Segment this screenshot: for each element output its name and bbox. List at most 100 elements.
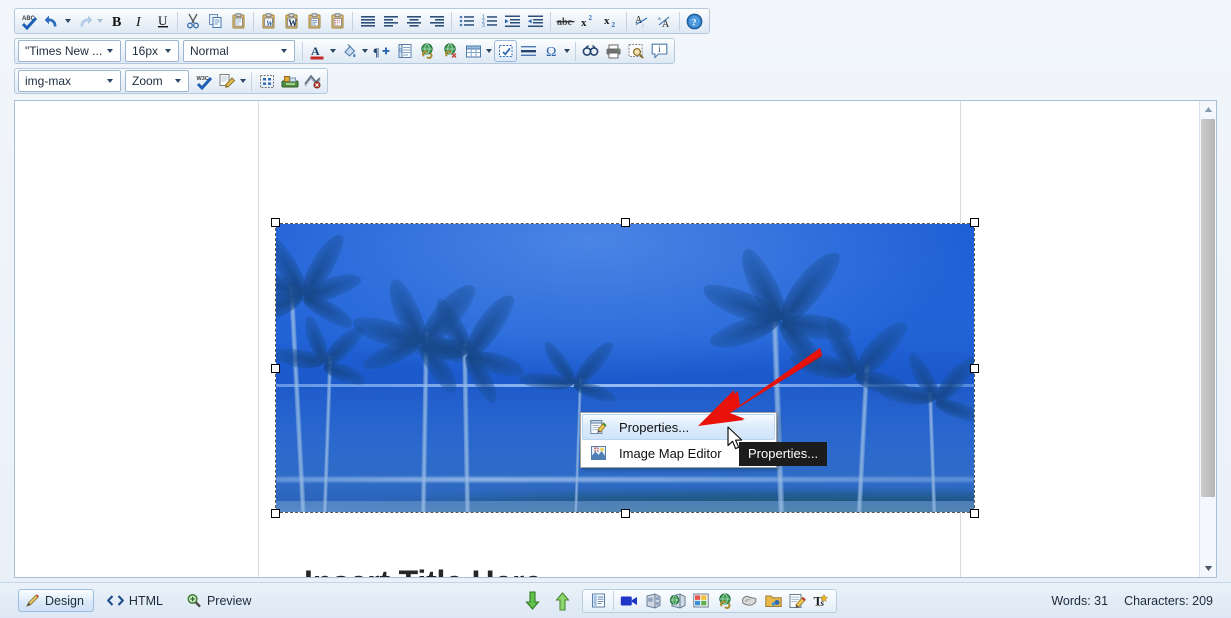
toolbar-separator — [253, 11, 254, 31]
underline-icon[interactable]: U — [151, 10, 174, 32]
fore-color-icon[interactable]: A — [306, 40, 329, 62]
back-color-icon[interactable] — [338, 40, 361, 62]
redo-icon[interactable] — [73, 10, 96, 32]
about-icon[interactable]: i — [648, 40, 671, 62]
horizontal-rule-icon[interactable] — [517, 40, 540, 62]
url-manager-icon[interactable] — [713, 590, 737, 612]
paste-from-word-icon[interactable]: W — [257, 10, 280, 32]
insert-hyperlink-icon[interactable] — [416, 40, 439, 62]
folder-manager-icon[interactable] — [761, 590, 785, 612]
resize-handle-nw[interactable] — [271, 218, 280, 227]
media-manager-icon[interactable] — [617, 590, 641, 612]
zoom-preview-icon[interactable] — [625, 40, 648, 62]
subscript-icon[interactable]: x 2 — [600, 10, 623, 32]
resize-handle-e[interactable] — [970, 364, 979, 373]
outdent-icon[interactable] — [524, 10, 547, 32]
insert-symbol-icon[interactable]: Ω — [540, 40, 563, 62]
select-all-icon[interactable] — [255, 70, 278, 92]
zoom-select[interactable]: Zoom — [125, 70, 189, 92]
svg-text:x: x — [581, 17, 587, 28]
text-style-icon[interactable]: T s — [809, 590, 833, 612]
scroll-down-arrow-icon[interactable] — [1200, 560, 1217, 577]
editor-vertical-scrollbar[interactable] — [1199, 101, 1216, 577]
insert-symbol-caret-icon[interactable] — [564, 49, 570, 53]
font-size-caret-icon[interactable] — [161, 41, 176, 61]
paragraph-style-caret-icon[interactable] — [277, 41, 292, 61]
copy-icon[interactable] — [204, 10, 227, 32]
undo-dropdown-caret[interactable] — [65, 19, 71, 23]
numbered-list-icon[interactable]: 123 — [478, 10, 501, 32]
svg-text:I: I — [135, 15, 142, 29]
align-center-icon[interactable] — [402, 10, 425, 32]
beach-image[interactable] — [276, 224, 974, 512]
fore-color-caret-icon[interactable] — [330, 49, 336, 53]
template-manager-icon[interactable] — [641, 590, 665, 612]
css-class-select[interactable]: img-max — [18, 70, 121, 92]
tab-preview[interactable]: Preview — [179, 589, 261, 612]
italic-icon[interactable]: I — [128, 10, 151, 32]
bulleted-list-icon[interactable] — [455, 10, 478, 32]
superscript-icon[interactable]: x 2 — [577, 10, 600, 32]
paste-from-word-clean-icon[interactable]: W — [280, 10, 303, 32]
insert-form-icon[interactable]: 5 — [393, 40, 416, 62]
align-left-icon[interactable] — [379, 10, 402, 32]
move-down-icon[interactable] — [520, 590, 544, 612]
print-icon[interactable] — [602, 40, 625, 62]
help-icon[interactable]: ? — [683, 10, 706, 32]
paste-as-html-icon[interactable] — [326, 10, 349, 32]
tab-html[interactable]: HTML — [100, 589, 173, 612]
scroll-up-arrow-icon[interactable] — [1200, 101, 1217, 118]
redo-dropdown-caret[interactable] — [97, 19, 103, 23]
toolbar-row-2: "Times New ... 16px Normal A ¶ 5 Ω i — [14, 38, 1221, 64]
toolbar-separator — [177, 11, 178, 31]
image-manager-icon[interactable] — [689, 590, 713, 612]
font-size-select[interactable]: 16px — [125, 40, 179, 62]
indent-icon[interactable] — [501, 10, 524, 32]
align-right-icon[interactable] — [425, 10, 448, 32]
w3c-validator-icon[interactable]: W3C — [193, 70, 216, 92]
edit-page-icon[interactable] — [785, 590, 809, 612]
find-replace-icon[interactable] — [579, 40, 602, 62]
paragraph-style-select[interactable]: Normal — [183, 40, 295, 62]
resize-handle-ne[interactable] — [970, 218, 979, 227]
module-manager-icon[interactable] — [301, 70, 324, 92]
format-painter-caret-icon[interactable] — [240, 79, 246, 83]
format-code-block-icon[interactable]: A a — [653, 10, 676, 32]
selected-image-wrapper[interactable] — [271, 218, 979, 518]
resize-handle-se[interactable] — [970, 509, 979, 518]
format-painter-icon[interactable] — [216, 70, 239, 92]
format-stripper-icon[interactable]: A / — [630, 10, 653, 32]
flash-manager-icon[interactable] — [737, 590, 761, 612]
back-color-caret-icon[interactable] — [362, 49, 368, 53]
insert-table-icon[interactable] — [462, 40, 485, 62]
svg-text:3: 3 — [482, 23, 485, 28]
paste-plain-text-icon[interactable] — [303, 10, 326, 32]
resize-handle-w[interactable] — [271, 364, 280, 373]
font-family-select[interactable]: "Times New ... — [18, 40, 121, 62]
document-manager-icon[interactable] — [586, 590, 610, 612]
resize-handle-sw[interactable] — [271, 509, 280, 518]
scrollbar-thumb[interactable] — [1201, 119, 1215, 497]
font-family-caret-icon[interactable] — [103, 41, 118, 61]
undo-icon[interactable] — [41, 10, 64, 32]
spell-check-icon[interactable]: ABC — [18, 10, 41, 32]
toggle-borders-icon[interactable] — [494, 40, 517, 62]
strikethrough-icon[interactable]: abc — [554, 10, 577, 32]
zoom-caret-icon[interactable] — [171, 71, 186, 91]
cut-icon[interactable] — [181, 10, 204, 32]
context-menu-item-properties[interactable]: Properties... — [582, 414, 775, 440]
tab-design[interactable]: Design — [18, 589, 94, 612]
resize-handle-s[interactable] — [621, 509, 630, 518]
resize-handle-n[interactable] — [621, 218, 630, 227]
remove-hyperlink-icon[interactable] — [439, 40, 462, 62]
justify-full-icon[interactable] — [356, 10, 379, 32]
bold-icon[interactable]: B — [105, 10, 128, 32]
move-up-icon[interactable] — [550, 590, 574, 612]
css-class-caret-icon[interactable] — [103, 71, 118, 91]
insert-table-caret-icon[interactable] — [486, 49, 492, 53]
paste-icon[interactable] — [227, 10, 250, 32]
link-manager-icon[interactable] — [665, 590, 689, 612]
editor-canvas[interactable]: Insert Title Here Lorem ipsum dolor sit … — [15, 101, 1199, 577]
format-paragraph-icon[interactable]: ¶ — [370, 40, 393, 62]
insert-media-icon[interactable] — [278, 70, 301, 92]
